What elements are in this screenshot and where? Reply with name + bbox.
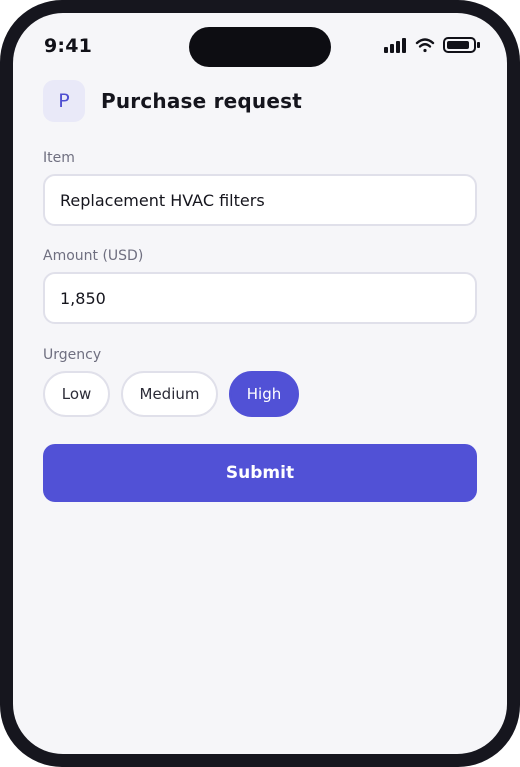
urgency-label: Urgency [43,347,102,363]
app-screen: 9:41 P Purchase request Item Replacement… [13,13,507,754]
urgency-option-low[interactable]: Low [43,371,110,417]
urgency-option-high[interactable]: High [229,371,299,417]
app-header: P Purchase request [43,80,302,122]
status-icons [384,37,480,53]
phone-frame: 9:41 P Purchase request Item Replacement… [0,0,520,767]
page-title: Purchase request [101,89,302,113]
app-logo-icon: P [43,80,85,122]
item-input[interactable] [43,174,477,226]
amount-label: Amount (USD) [43,248,144,264]
urgency-option-medium[interactable]: Medium [121,371,218,417]
wifi-icon [415,38,435,53]
urgency-selector: Low Medium High [43,371,299,417]
submit-button[interactable]: Submit [43,444,477,502]
dynamic-island [189,27,331,67]
status-time: 9:41 [44,35,93,57]
battery-icon [443,37,480,53]
item-label: Item [43,150,75,166]
signal-icon [384,38,406,53]
amount-input[interactable] [43,272,477,324]
